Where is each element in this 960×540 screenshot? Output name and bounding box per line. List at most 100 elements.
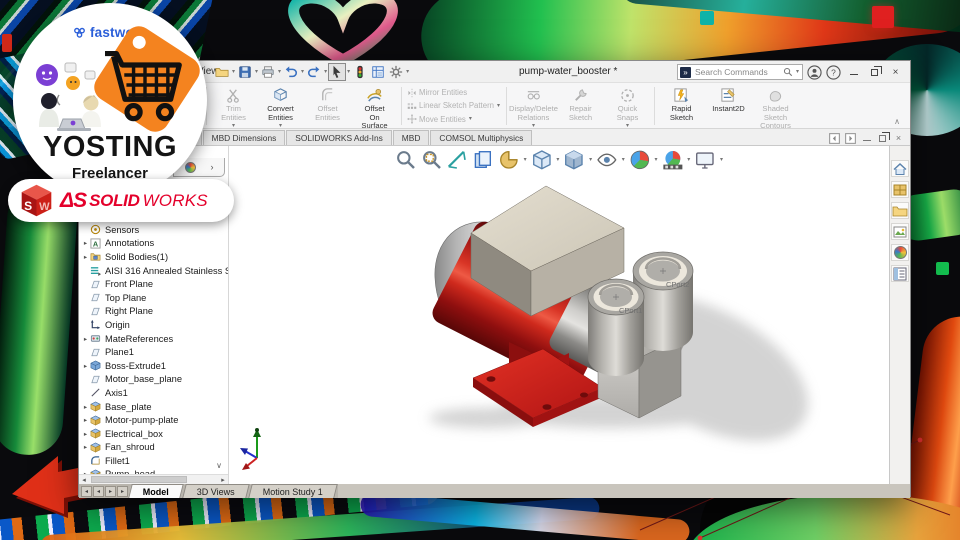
tree-item-plane1[interactable]: Plane1 xyxy=(79,345,228,359)
tab-label: MBD xyxy=(401,133,421,143)
tree-item-electrical-box[interactable]: ▸ Electrical_box xyxy=(79,427,228,441)
instant2d-icon xyxy=(720,87,737,104)
tree-item-aisi-316-annealed-stainless-steel[interactable]: AISI 316 Annealed Stainless Steel xyxy=(79,264,228,278)
search-commands-box[interactable]: » ▾ xyxy=(677,64,803,80)
design-library-button[interactable] xyxy=(891,181,909,198)
convert-entities-button[interactable]: Convert Entities ▾ xyxy=(257,85,304,129)
tree-item-label: Sensors xyxy=(105,224,140,235)
offset-on-surface-button[interactable]: Offset On Surface xyxy=(351,85,398,130)
user-account-icon[interactable] xyxy=(807,64,822,80)
prev-sheet-button[interactable]: ◂ xyxy=(93,485,104,497)
tree-item-solid-bodies-1-[interactable]: ▸ Solid Bodies(1) xyxy=(79,250,228,264)
tree-item-motor-base-plane[interactable]: Motor_base_plane xyxy=(79,373,228,387)
dropdown-caret-icon[interactable]: ▾ xyxy=(405,69,410,75)
tree-item-fan-shroud[interactable]: ▸ Fan_shroud xyxy=(79,441,228,455)
bg-square-teal xyxy=(700,11,714,25)
minimize-button[interactable] xyxy=(845,64,862,80)
mirror-icon xyxy=(407,88,417,98)
tab-comsol-multiphysics[interactable]: COMSOL Multiphysics xyxy=(430,130,533,145)
scroll-left-icon[interactable]: ◂ xyxy=(79,476,89,484)
shaded-sketch-contours-button: Shaded Sketch Contours xyxy=(752,85,799,130)
expand-arrow-icon[interactable]: ▸ xyxy=(81,239,90,247)
tree-item-right-plane[interactable]: Right Plane xyxy=(79,305,228,319)
print-button[interactable] xyxy=(259,63,277,81)
custom-properties-button[interactable] xyxy=(891,265,909,282)
expand-arrow-icon[interactable]: ▸ xyxy=(81,416,90,424)
undo-button[interactable] xyxy=(282,63,300,81)
tab-motion-study-1[interactable]: Motion Study 1 xyxy=(248,484,338,498)
last-sheet-button[interactable]: ▸ xyxy=(117,485,128,497)
tree-horizontal-scrollbar[interactable]: ◂ ▸ xyxy=(79,474,228,484)
file-explorer-button[interactable] xyxy=(891,202,909,219)
ribbon-collapse-icon[interactable]: ∧ xyxy=(894,117,900,126)
search-input[interactable] xyxy=(693,66,781,78)
tab-3d-views[interactable]: 3D Views xyxy=(182,484,250,498)
restore-button[interactable] xyxy=(866,64,883,80)
options-gear-button[interactable] xyxy=(387,63,405,81)
expand-pane-icon[interactable]: › xyxy=(211,162,214,172)
tree-item-front-plane[interactable]: Front Plane xyxy=(79,277,228,291)
tree-item-label: MateReferences xyxy=(105,333,174,344)
tab-mbd-dimensions[interactable]: MBD Dimensions xyxy=(202,130,286,145)
prev-doc-button[interactable] xyxy=(828,132,841,144)
port-1[interactable]: CPort1 xyxy=(587,278,645,376)
save-button[interactable] xyxy=(236,63,254,81)
titlebar-controls: ? × xyxy=(807,63,904,81)
expand-arrow-icon[interactable]: ▸ xyxy=(81,430,90,438)
document-window-controls: × xyxy=(828,131,905,144)
help-icon[interactable]: ? xyxy=(826,64,841,80)
tree-item-base-plate[interactable]: ▸ Base_plate xyxy=(79,400,228,414)
plane-icon xyxy=(90,305,102,317)
home-button[interactable] xyxy=(891,160,909,177)
expand-arrow-icon[interactable]: ▸ xyxy=(81,362,90,370)
redo-button[interactable] xyxy=(305,63,323,81)
relations-icon xyxy=(525,87,542,104)
traffic-light-button[interactable] xyxy=(351,63,369,81)
tree-item-annotations[interactable]: ▸ A Annotations xyxy=(79,237,228,251)
tree-item-motor-pump-plate[interactable]: ▸ Motor-pump-plate xyxy=(79,413,228,427)
scroll-thumb[interactable] xyxy=(91,476,187,483)
tree-item-origin[interactable]: Origin xyxy=(79,318,228,332)
tab-solidworks-add-ins[interactable]: SOLIDWORKS Add-Ins xyxy=(286,130,392,145)
dropdown-caret-icon: ▾ xyxy=(468,116,472,123)
select-arrow-button[interactable] xyxy=(328,63,347,81)
tree-item-axis1[interactable]: Axis1 xyxy=(79,386,228,400)
appearances-button[interactable] xyxy=(891,244,909,261)
next-doc-button[interactable] xyxy=(844,132,857,144)
scroll-right-icon[interactable]: ▸ xyxy=(218,476,228,484)
bg-heart-outline xyxy=(288,0,398,66)
next-sheet-button[interactable]: ▸ xyxy=(105,485,116,497)
tree-item-label: Boss-Extrude1 xyxy=(105,360,166,371)
tree-item-fillet1[interactable]: Fillet1 xyxy=(79,454,228,468)
rapid-sketch-button[interactable]: Rapid Sketch xyxy=(658,85,705,127)
close-doc-button[interactable]: × xyxy=(892,132,905,144)
tab-model[interactable]: Model xyxy=(128,484,184,498)
evaluate-table-button[interactable] xyxy=(369,63,387,81)
expand-arrow-icon[interactable]: ▸ xyxy=(81,253,90,261)
tab-mbd[interactable]: MBD xyxy=(392,130,430,145)
search-dropdown-icon[interactable]: ▾ xyxy=(795,69,800,75)
plane-icon xyxy=(90,278,102,290)
expand-arrow-icon[interactable]: ▸ xyxy=(81,335,90,343)
close-button[interactable]: × xyxy=(887,64,904,80)
search-icon[interactable] xyxy=(783,67,793,77)
tree-scroll-down-icon[interactable]: ∨ xyxy=(216,461,222,470)
pump-3d-model[interactable]: CPort2 CPort1 xyxy=(229,146,889,484)
tree-item-label: Motor_base_plane xyxy=(105,374,183,385)
view-palette-button[interactable] xyxy=(891,223,909,240)
instant2d-button[interactable]: Instant2D xyxy=(705,85,752,127)
tree-item-sensors[interactable]: Sensors xyxy=(79,223,228,237)
expand-arrow-icon[interactable]: ▸ xyxy=(81,443,90,451)
tree-item-matereferences[interactable]: ▸ MateReferences xyxy=(79,332,228,346)
graphics-viewport[interactable]: ▾ ▾ ▾ ▾ ▾ ▾ ▾ CPort2 CPort1 xyxy=(229,146,889,484)
tree-item-top-plane[interactable]: Top Plane xyxy=(79,291,228,305)
minimize-doc-button[interactable] xyxy=(860,132,873,144)
restore-doc-button[interactable] xyxy=(876,131,890,144)
tree-item-boss-extrude1[interactable]: ▸ Boss-Extrude1 xyxy=(79,359,228,373)
solidworks-cube-icon: S W xyxy=(21,184,52,217)
open-button[interactable] xyxy=(213,63,231,81)
dassault-mark: ΔS xyxy=(60,188,87,212)
expand-arrow-icon[interactable]: ▸ xyxy=(81,403,90,411)
first-sheet-button[interactable]: ◂ xyxy=(81,485,92,497)
redo-icon xyxy=(307,65,321,79)
